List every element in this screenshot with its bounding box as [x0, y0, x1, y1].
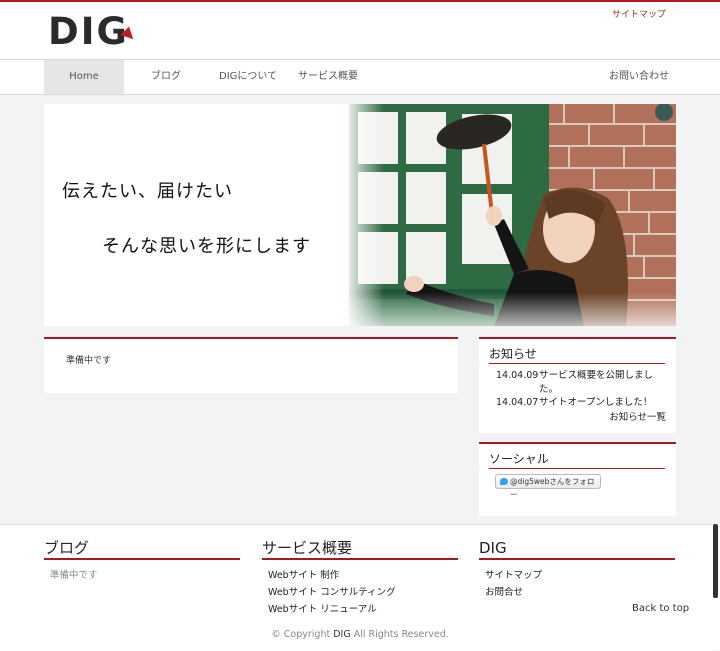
- news-text[interactable]: サービス概要を公開しました。: [539, 369, 669, 397]
- main-nav: Home ブログ DIGについて サービス概要 お問い合わせ: [0, 59, 720, 95]
- social-title: ソーシャル: [489, 450, 665, 469]
- nav-item-services[interactable]: サービス概要: [298, 60, 358, 94]
- nav-item-home[interactable]: Home: [44, 60, 124, 94]
- hero-headline-1: 伝えたい、届けたい: [62, 181, 233, 202]
- footer-services-title: サービス概要: [262, 539, 458, 560]
- footer-blog: ブログ 準備中です: [44, 539, 240, 581]
- back-to-top-link[interactable]: Back to top: [632, 603, 689, 614]
- nav-item-blog[interactable]: ブログ: [151, 60, 181, 94]
- footer-dig: DIG サイトマップ お問合せ: [479, 539, 675, 598]
- main-content: 準備中です: [44, 337, 458, 393]
- twitter-follow-button[interactable]: @dig5webさんをフォロー: [495, 474, 601, 499]
- news-widget: お知らせ 14.04.09 サービス概要を公開しました。 14.04.07 サイ…: [479, 337, 676, 433]
- copyright-suffix: All Rights Reserved.: [350, 629, 449, 640]
- news-title: お知らせ: [489, 345, 665, 364]
- main-text: 準備中です: [66, 356, 112, 366]
- footer-blog-title: ブログ: [44, 539, 240, 560]
- news-date: 14.04.07: [496, 397, 539, 408]
- footer-blog-text: 準備中です: [50, 570, 98, 581]
- footer-link-contact[interactable]: お問合せ: [485, 584, 523, 598]
- hero-photo: [344, 104, 676, 326]
- copyright: © Copyright DIG All Rights Reserved.: [0, 629, 720, 640]
- footer-services: サービス概要 Webサイト 制作 Webサイト コンサルティング Webサイト …: [262, 539, 458, 615]
- hero-headline-2: そんな思いを形にします: [102, 236, 311, 257]
- twitter-bird-icon: [500, 478, 508, 485]
- footer-link-web-renewal[interactable]: Webサイト リニューアル: [268, 601, 377, 615]
- nav-item-about[interactable]: DIGについて: [219, 60, 277, 94]
- follow-button-label: @dig5webさんをフォロー: [510, 477, 595, 499]
- footer-dig-title: DIG: [479, 539, 675, 560]
- footer-link-web-consulting[interactable]: Webサイト コンサルティング: [268, 584, 396, 598]
- scrollbar-thumb[interactable]: [713, 524, 718, 598]
- news-date: 14.04.09: [496, 370, 539, 381]
- social-widget: ソーシャル @dig5webさんをフォロー: [479, 442, 676, 516]
- news-text[interactable]: サイトオープンしました！: [539, 396, 669, 410]
- nav-item-contact[interactable]: お問い合わせ: [609, 60, 669, 94]
- news-more-link[interactable]: お知らせ一覧: [609, 409, 666, 423]
- copyright-brand: DIG: [333, 629, 351, 640]
- hero-banner: 伝えたい、届けたい そんな思いを形にします: [44, 104, 676, 326]
- logo[interactable]: DIG: [48, 10, 129, 54]
- copyright-prefix: © Copyright: [271, 629, 334, 640]
- footer: ブログ 準備中です サービス概要 Webサイト 制作 Webサイト コンサルティ…: [0, 524, 712, 651]
- header: DIG サイトマップ: [0, 2, 720, 59]
- sitemap-link[interactable]: サイトマップ: [612, 7, 666, 20]
- footer-link-sitemap[interactable]: サイトマップ: [485, 567, 542, 581]
- footer-link-web-production[interactable]: Webサイト 制作: [268, 567, 339, 581]
